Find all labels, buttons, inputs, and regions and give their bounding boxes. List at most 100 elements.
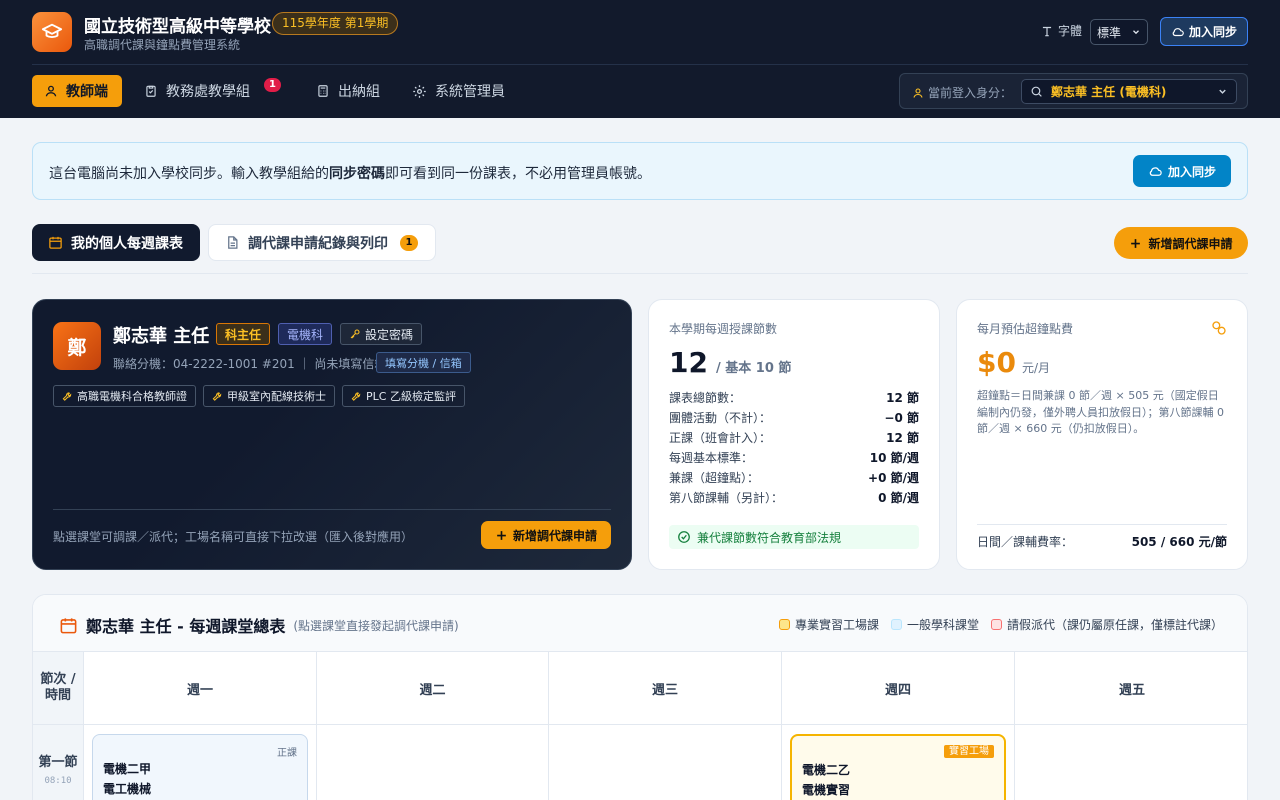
join-sync-button[interactable]: 加入同步: [1133, 155, 1231, 187]
schedule-cell[interactable]: [1015, 725, 1247, 800]
certificate-badge: 甲級室內配線技術士: [203, 385, 335, 407]
nav-teacher[interactable]: 教師端: [32, 75, 122, 107]
schedule-header: 鄭志華 主任 - 每週課堂總表 (點選課堂直接發起調代課申請) 專業實習工場課 …: [33, 595, 1247, 652]
text-size-icon: [1040, 24, 1054, 38]
fee-divider: [977, 524, 1227, 525]
certificate-badge: 高職電機科合格教師證: [53, 385, 196, 407]
join-sync-banner-label: 加入同步: [1167, 164, 1216, 179]
day-header: 週五: [1015, 652, 1247, 725]
nav-cashier[interactable]: 出納組: [304, 75, 392, 107]
legend-swatch: [891, 619, 902, 630]
check-circle-icon: [677, 530, 691, 544]
clipboard-icon: [144, 84, 158, 98]
period-time: 08:10: [44, 776, 72, 786]
tab-schedule-label: 我的個人每週課表: [71, 235, 183, 252]
contact-info: 聯絡分機：04-2222-1001 #201 ｜ 尚未填寫信箱: [113, 357, 387, 371]
add-request-button-top[interactable]: 新增調代課申請: [1114, 227, 1248, 259]
stat-row: 每週基本標準： 10 節/週: [669, 449, 919, 466]
font-size-select[interactable]: 標準: [1090, 19, 1148, 45]
login-identity-value: 鄭志華 主任 (電機科): [1051, 85, 1167, 99]
login-identity-select[interactable]: 鄭志華 主任 (電機科): [1021, 79, 1237, 104]
graduation-cap-icon: [32, 12, 72, 52]
wrench-icon: [62, 391, 73, 402]
add-request-button[interactable]: 新增調代課申請: [481, 521, 611, 549]
hours-unit: / 基本 10 節: [715, 361, 792, 376]
compliance-status: 兼代課節數符合教育部法規: [669, 525, 919, 549]
login-identity: 當前登入身分： 鄭志華 主任 (電機科): [899, 73, 1248, 109]
teacher-name: 鄭志華 主任: [113, 326, 210, 347]
profile-divider: [53, 509, 611, 510]
legend-label: 請假派代（課仍屬原任課，僅標註代課）: [1007, 618, 1224, 632]
schedule-cell[interactable]: [317, 725, 549, 800]
profile-hint: 點選課堂可調課／派代；工場名稱可直接下拉改選（匯入後對應用）: [53, 530, 414, 544]
font-size-control: 字體: [1040, 22, 1082, 39]
banner-text-after: 即可看到同一份課表，不必用管理員帳號。: [385, 166, 651, 182]
role-tag: 科主任: [216, 323, 271, 345]
fee-description: 超鐘點＝日間兼課 0 節／週 × 505 元（國定假日編制內仍發，僅外聘人員扣放…: [977, 389, 1224, 435]
rate-row: 日間／課輔費率： 505 / 660 元/節: [977, 533, 1227, 550]
top-bar: 國立技術型高級中等學校 115學年度 第1學期 高職調代課與鐘點費管理系統 字體…: [0, 0, 1280, 118]
overtime-fee-card: 每月預估超鐘點費 $0 元/月 超鐘點＝日間兼課 0 節／週 × 505 元（國…: [956, 299, 1248, 570]
nav-academic-affairs[interactable]: 教務處教學組 1: [132, 75, 293, 107]
stat-value: 12 節: [886, 391, 919, 405]
period-label: 第一節 08:10: [33, 725, 84, 800]
stat-value: +0 節/週: [868, 471, 919, 485]
nav-teacher-label: 教師端: [66, 84, 108, 100]
chevron-down-icon: [1131, 27, 1141, 37]
header-divider: [32, 64, 1248, 65]
key-icon: [349, 328, 361, 340]
sync-banner-text: 這台電腦尚未加入學校同步。輸入教學組給的同步密碼即可看到同一份課表，不必用管理員…: [49, 163, 651, 183]
legend-item: 專業實習工場課: [779, 616, 879, 633]
stat-label: 正課（班會計入）：: [669, 431, 772, 445]
day-header: 週四: [782, 652, 1015, 725]
login-label: 當前登入身分：: [912, 84, 1012, 101]
weekly-hours-card: 本學期每週授課節數 12 / 基本 10 節 課表總節數： 12 節 團體活動（不…: [648, 299, 940, 570]
stat-row: 兼課（超鐘點）： +0 節/週: [669, 469, 919, 486]
nav-admin[interactable]: 系統管理員: [400, 75, 517, 107]
term-badge: 115學年度 第1學期: [272, 12, 399, 35]
stat-label: 每週基本標準：: [669, 451, 754, 465]
schedule-cell[interactable]: [549, 725, 782, 800]
set-password-label: 設定密碼: [365, 327, 414, 342]
stat-value: −0 節: [884, 411, 919, 425]
schedule-title: 鄭志華 主任 - 每週課堂總表: [86, 617, 286, 636]
stat-label: 第八節課輔（另計）：: [669, 491, 784, 505]
period-name: 第一節: [38, 755, 78, 770]
login-label-text: 當前登入身分：: [928, 86, 1013, 100]
department-tag: 電機科: [278, 323, 333, 345]
set-password-button[interactable]: 設定密碼: [340, 323, 423, 345]
day-header: 週二: [317, 652, 549, 725]
hours-number: 12: [669, 346, 708, 379]
wrench-icon: [212, 391, 223, 402]
certificate-label: 甲級室內配線技術士: [227, 390, 326, 403]
user-icon: [912, 87, 924, 99]
schedule-hint: (點選課堂直接發起調代課申請): [293, 618, 459, 633]
banner-text-before: 這台電腦尚未加入學校同步。輸入教學組給的: [49, 166, 329, 182]
stat-value: 0 節/週: [878, 491, 919, 505]
legend-label: 一般學科課堂: [907, 618, 980, 632]
legend-swatch: [779, 619, 790, 630]
day-header: 週三: [549, 652, 782, 725]
stat-label: 團體活動（不計）：: [669, 411, 772, 425]
document-icon: [225, 235, 240, 250]
nav-admin-label: 系統管理員: [435, 84, 505, 100]
lesson-card[interactable]: 實習工場 電機二乙 電機實習: [790, 734, 1006, 800]
tab-request-records[interactable]: 調代課申請紀錄與列印 1: [208, 224, 436, 261]
tab-weekly-schedule[interactable]: 我的個人每週課表: [32, 224, 200, 261]
lesson-card[interactable]: 正課 電機二甲 電工機械: [92, 734, 308, 800]
stat-value: 12 節: [886, 431, 919, 445]
coins-icon: [1211, 320, 1227, 336]
certificate-label: PLC 乙級檢定監評: [366, 390, 456, 403]
join-sync-button-top[interactable]: 加入同步: [1160, 17, 1248, 46]
nav-cashier-label: 出納組: [338, 84, 380, 100]
fill-contact-button[interactable]: 填寫分機 / 信箱: [376, 352, 471, 373]
corner-header: 節次 / 時間: [33, 652, 84, 725]
app-subtitle: 高職調代課與鐘點費管理系統: [84, 38, 241, 52]
plus-icon: [1129, 237, 1142, 250]
lesson-type-tag: 實習工場: [944, 745, 994, 758]
search-icon: [1030, 85, 1043, 98]
avatar: 鄭: [53, 322, 101, 370]
stat-value: 10 節/週: [869, 451, 919, 465]
day-header: 週一: [84, 652, 317, 725]
legend-label: 專業實習工場課: [795, 618, 880, 632]
